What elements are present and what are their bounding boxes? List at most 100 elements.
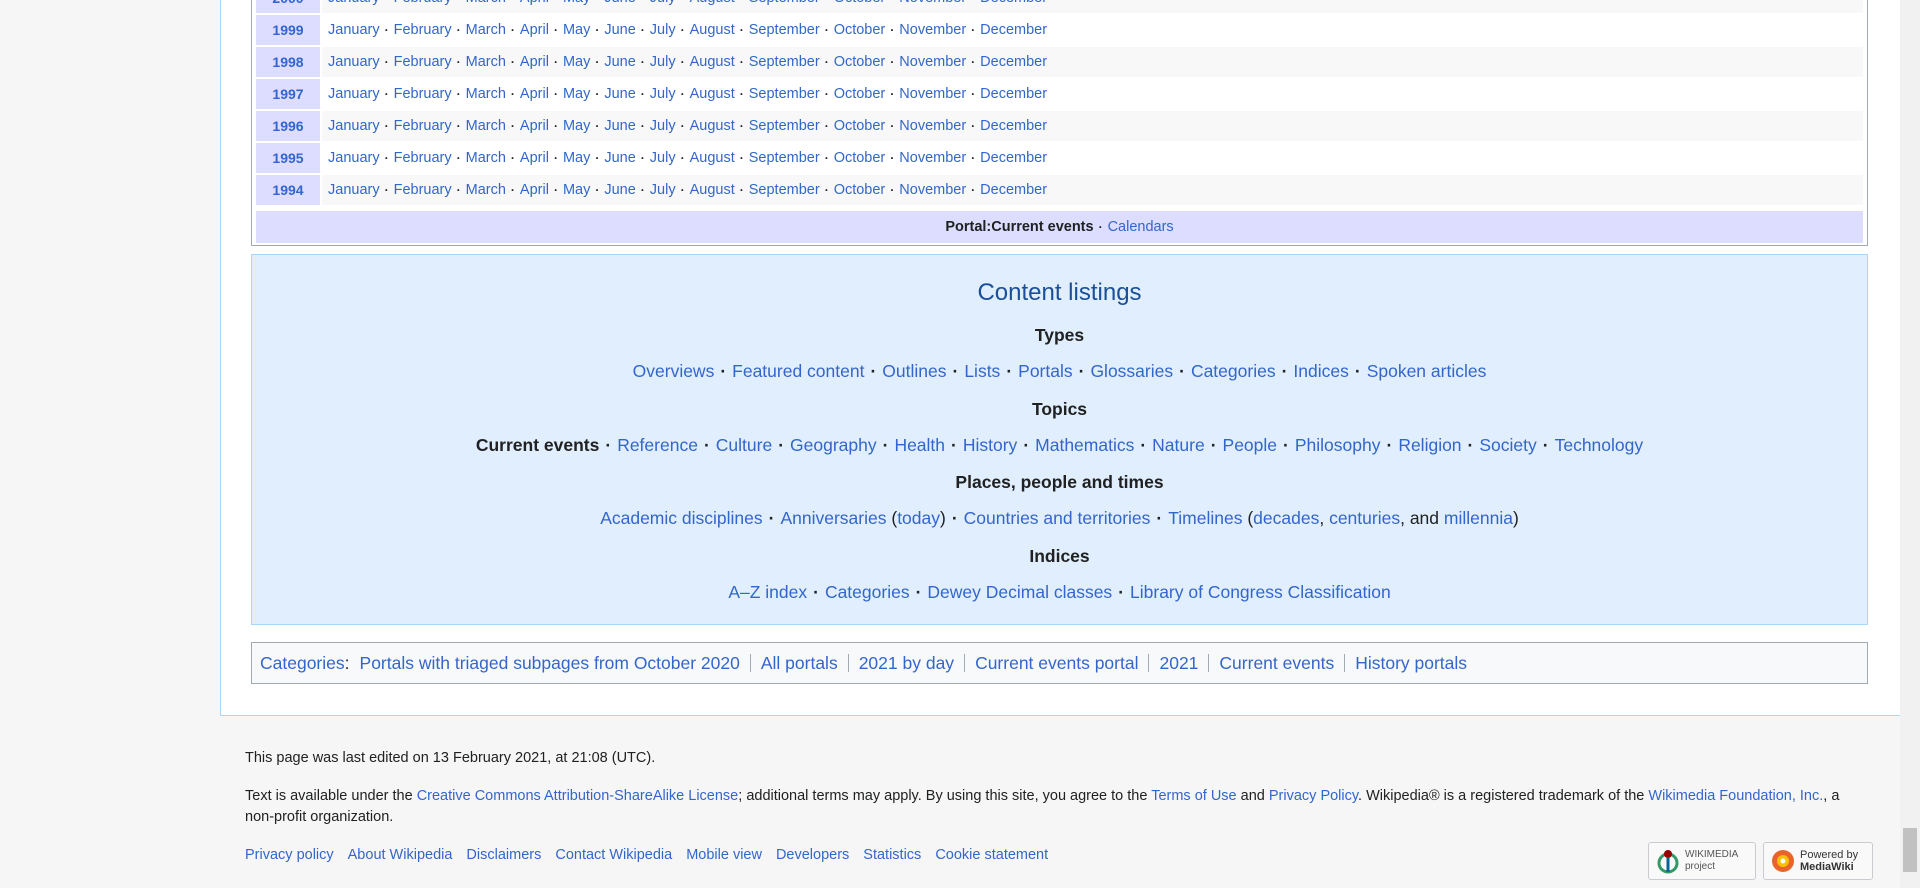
categories-label-link[interactable]: Categories — [260, 653, 345, 674]
category-link[interactable]: 2021 — [1148, 654, 1208, 672]
month-link[interactable]: July — [650, 150, 676, 166]
month-link[interactable]: May — [563, 150, 590, 166]
month-link[interactable]: April — [520, 22, 549, 38]
month-link[interactable]: November — [899, 54, 966, 70]
month-link[interactable]: October — [834, 54, 886, 70]
month-link[interactable]: August — [690, 118, 735, 134]
category-link[interactable]: 2021 by day — [847, 654, 964, 672]
month-link[interactable]: June — [604, 182, 635, 198]
month-link[interactable]: September — [749, 86, 820, 102]
month-link[interactable]: February — [394, 54, 452, 70]
month-link[interactable]: October — [834, 86, 886, 102]
month-link[interactable]: June — [604, 118, 635, 134]
month-link[interactable]: December — [980, 182, 1047, 198]
month-link[interactable]: December — [980, 150, 1047, 166]
month-link[interactable]: October — [834, 150, 886, 166]
today-link[interactable]: today — [897, 508, 940, 528]
month-link[interactable]: December — [980, 0, 1047, 6]
year-link[interactable]: 2000 — [256, 0, 320, 13]
month-link[interactable]: June — [604, 150, 635, 166]
month-link[interactable]: December — [980, 118, 1047, 134]
year-link[interactable]: 1994 — [256, 175, 320, 205]
month-link[interactable]: May — [563, 86, 590, 102]
listing-link[interactable]: Spoken articles — [1367, 361, 1487, 381]
academic-disciplines-link[interactable]: Academic disciplines — [600, 508, 762, 528]
month-link[interactable]: October — [834, 182, 886, 198]
month-link[interactable]: September — [749, 0, 820, 6]
month-link[interactable]: November — [899, 22, 966, 38]
year-link[interactable]: 1996 — [256, 111, 320, 141]
month-link[interactable]: April — [520, 118, 549, 134]
month-link[interactable]: July — [650, 86, 676, 102]
month-link[interactable]: January — [328, 54, 380, 70]
month-link[interactable]: May — [563, 0, 590, 6]
calendars-link[interactable]: Calendars — [1108, 219, 1174, 235]
month-link[interactable]: April — [520, 150, 549, 166]
millennia-link[interactable]: millennia — [1444, 508, 1513, 528]
year-link[interactable]: 1997 — [256, 79, 320, 109]
month-link[interactable]: May — [563, 22, 590, 38]
month-link[interactable]: June — [604, 86, 635, 102]
month-link[interactable]: February — [394, 0, 452, 6]
year-link[interactable]: 1999 — [256, 15, 320, 45]
listing-link[interactable]: Technology — [1555, 435, 1644, 455]
month-link[interactable]: July — [650, 54, 676, 70]
footer-link[interactable]: Mobile view — [686, 847, 762, 863]
month-link[interactable]: January — [328, 118, 380, 134]
month-link[interactable]: July — [650, 0, 676, 6]
month-link[interactable]: November — [899, 0, 966, 6]
category-link[interactable]: Current events portal — [964, 654, 1148, 672]
month-link[interactable]: October — [834, 0, 886, 6]
footer-link[interactable]: Privacy policy — [245, 847, 334, 863]
listing-link[interactable]: History — [963, 435, 1017, 455]
month-link[interactable]: August — [690, 54, 735, 70]
month-link[interactable]: February — [394, 86, 452, 102]
listing-link[interactable]: Philosophy — [1295, 435, 1381, 455]
month-link[interactable]: September — [749, 150, 820, 166]
listing-link[interactable]: Dewey Decimal classes — [927, 582, 1112, 602]
terms-of-use-link[interactable]: Terms of Use — [1151, 788, 1236, 804]
footer-link[interactable]: Cookie statement — [935, 847, 1048, 863]
month-link[interactable]: March — [466, 54, 506, 70]
month-link[interactable]: July — [650, 118, 676, 134]
listing-link[interactable]: Portals — [1018, 361, 1072, 381]
month-link[interactable]: July — [650, 182, 676, 198]
decades-link[interactable]: decades — [1253, 508, 1319, 528]
wikimedia-foundation-link[interactable]: Wikimedia Foundation, Inc. — [1648, 788, 1823, 804]
month-link[interactable]: May — [563, 118, 590, 134]
listing-link[interactable]: Religion — [1398, 435, 1461, 455]
month-link[interactable]: October — [834, 22, 886, 38]
wikimedia-badge[interactable]: WIKIMEDIA project — [1648, 842, 1756, 880]
scrollbar-thumb[interactable] — [1903, 828, 1917, 872]
listing-link[interactable]: Indices — [1293, 361, 1348, 381]
month-link[interactable]: June — [604, 54, 635, 70]
listing-link[interactable]: Glossaries — [1090, 361, 1173, 381]
month-link[interactable]: March — [466, 182, 506, 198]
category-link[interactable]: All portals — [749, 654, 848, 672]
month-link[interactable]: February — [394, 182, 452, 198]
month-link[interactable]: November — [899, 182, 966, 198]
month-link[interactable]: August — [690, 0, 735, 6]
month-link[interactable]: April — [520, 0, 549, 6]
month-link[interactable]: February — [394, 22, 452, 38]
month-link[interactable]: June — [604, 22, 635, 38]
privacy-policy-link[interactable]: Privacy Policy — [1269, 788, 1358, 804]
listing-link[interactable]: Categories — [825, 582, 910, 602]
listing-link[interactable]: Nature — [1152, 435, 1205, 455]
month-link[interactable]: March — [466, 0, 506, 6]
listing-link[interactable]: Outlines — [882, 361, 946, 381]
listing-link[interactable]: People — [1223, 435, 1278, 455]
listing-link[interactable]: Overviews — [633, 361, 715, 381]
month-link[interactable]: April — [520, 54, 549, 70]
month-link[interactable]: February — [394, 118, 452, 134]
month-link[interactable]: January — [328, 150, 380, 166]
mediawiki-badge[interactable]: Powered by MediaWiki — [1763, 842, 1873, 880]
month-link[interactable]: November — [899, 118, 966, 134]
month-link[interactable]: July — [650, 22, 676, 38]
month-link[interactable]: June — [604, 0, 635, 6]
month-link[interactable]: February — [394, 150, 452, 166]
month-link[interactable]: October — [834, 118, 886, 134]
month-link[interactable]: April — [520, 86, 549, 102]
month-link[interactable]: September — [749, 182, 820, 198]
listing-link[interactable]: Health — [894, 435, 945, 455]
